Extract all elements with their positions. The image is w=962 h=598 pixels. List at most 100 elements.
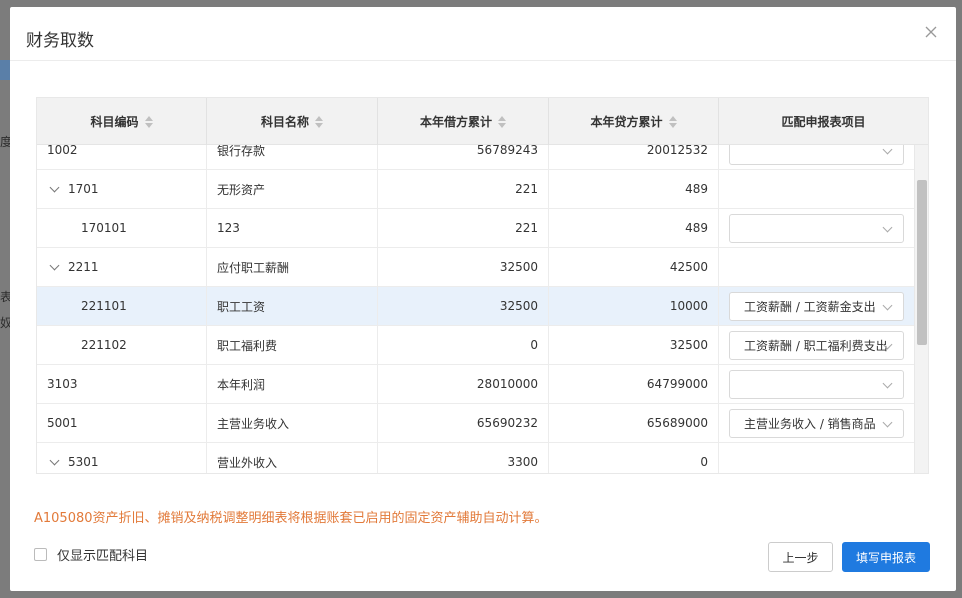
account-code: 2211 xyxy=(68,260,99,274)
account-name: 123 xyxy=(207,209,378,247)
select-value: 工资薪酬 / 职工福利费支出 xyxy=(744,338,888,353)
accounts-table: 科目编码 科目名称 本年借方累计 本年贷方累计 匹配申报表项目 1002 银行存款… xyxy=(36,97,929,474)
report-item-select[interactable]: 工资薪酬 / 职工福利费支出 xyxy=(729,330,904,360)
account-code: 170101 xyxy=(81,221,127,235)
credit-total: 0 xyxy=(549,443,719,473)
table-row[interactable]: 5301 营业外收入 3300 0 xyxy=(37,443,914,473)
report-item-select[interactable] xyxy=(729,213,904,243)
previous-step-button[interactable]: 上一步 xyxy=(768,542,833,572)
table-row[interactable]: 1002 银行存款 56789243 20012532 xyxy=(37,145,914,170)
table-body: 1002 银行存款 56789243 20012532 1701 无形资产 221 489 17… xyxy=(37,145,914,473)
cell-code: 5301 xyxy=(37,443,207,473)
credit-total: 10000 xyxy=(549,287,719,325)
checkbox[interactable] xyxy=(34,548,47,561)
account-code: 5001 xyxy=(47,416,78,430)
table-row[interactable]: 1701 无形资产 221 489 xyxy=(37,170,914,209)
cell-code: 3103 xyxy=(37,365,207,403)
cell-code: 221101 xyxy=(37,287,207,325)
report-item-select[interactable]: 主营业务收入 / 销售商品 xyxy=(729,408,904,438)
debit-total: 221 xyxy=(378,170,549,208)
debit-total: 221 xyxy=(378,209,549,247)
chevron-down-icon xyxy=(882,145,893,154)
chevron-down-icon[interactable] xyxy=(49,455,60,466)
sort-icon[interactable] xyxy=(144,115,153,128)
table-row[interactable]: 170101 123 221 489 xyxy=(37,209,914,248)
debit-total: 32500 xyxy=(378,248,549,286)
select-value: 工资薪酬 / 工资薪金支出 xyxy=(744,299,876,314)
cell-code: 5001 xyxy=(37,404,207,442)
report-item-select[interactable] xyxy=(729,369,904,399)
chevron-down-icon[interactable] xyxy=(49,182,60,193)
debit-total: 28010000 xyxy=(378,365,549,403)
chevron-down-icon xyxy=(882,378,893,388)
auto-calc-note: A105080资产折旧、摊销及纳税调整明细表将根据账套已启用的固定资产辅助自动计… xyxy=(34,511,548,526)
table-row[interactable]: 2211 应付职工薪酬 32500 42500 xyxy=(37,248,914,287)
table-row[interactable]: 3103 本年利润 28010000 64799000 xyxy=(37,365,914,404)
debit-total: 0 xyxy=(378,326,549,364)
close-icon[interactable] xyxy=(924,25,938,39)
debit-total: 56789243 xyxy=(378,145,549,169)
scrollbar-thumb[interactable] xyxy=(917,180,927,345)
cell-match: 主营业务收入 / 销售商品 xyxy=(719,404,914,442)
account-code: 1002 xyxy=(47,145,78,157)
only-matched-toggle[interactable]: 仅显示匹配科目 xyxy=(34,545,148,564)
credit-total: 42500 xyxy=(549,248,719,286)
column-header-code[interactable]: 科目编码 xyxy=(37,98,207,145)
cell-match xyxy=(719,365,914,403)
debit-total: 3300 xyxy=(378,443,549,473)
cell-code: 2211 xyxy=(37,248,207,286)
chevron-down-icon xyxy=(882,222,893,232)
account-name: 职工工资 xyxy=(207,287,378,325)
account-name: 主营业务收入 xyxy=(207,404,378,442)
vertical-scrollbar[interactable] xyxy=(914,145,928,473)
table-row[interactable]: 221102 职工福利费 0 32500 工资薪酬 / 职工福利费支出 xyxy=(37,326,914,365)
sort-icon[interactable] xyxy=(315,115,323,128)
credit-total: 32500 xyxy=(549,326,719,364)
credit-total: 489 xyxy=(549,209,719,247)
cell-code: 221102 xyxy=(37,326,207,364)
account-code: 221101 xyxy=(81,299,127,313)
cell-code: 1002 xyxy=(37,145,207,169)
credit-total: 65689000 xyxy=(549,404,719,442)
cell-code: 170101 xyxy=(37,209,207,247)
finance-fetch-dialog: 财务取数 科目编码 科目名称 本年借方累计 本年贷方累计 匹配申报表项目 100… xyxy=(10,7,956,591)
cell-match xyxy=(719,443,914,473)
account-name: 职工福利费 xyxy=(207,326,378,364)
background-tab-fragment xyxy=(0,60,10,80)
report-item-select[interactable] xyxy=(729,145,904,165)
column-header-credit[interactable]: 本年贷方累计 xyxy=(549,98,719,145)
column-header-match: 匹配申报表项目 xyxy=(781,115,866,129)
account-code: 5301 xyxy=(68,455,99,469)
sort-icon[interactable] xyxy=(668,115,677,128)
cell-match xyxy=(719,209,914,247)
table-row[interactable]: 5001 主营业务收入 65690232 65689000 主营业务收入 / 销售商品 xyxy=(37,404,914,443)
account-code: 3103 xyxy=(47,377,78,391)
report-item-select[interactable]: 工资薪酬 / 工资薪金支出 xyxy=(729,291,904,321)
dialog-title: 财务取数 xyxy=(26,31,94,51)
debit-total: 65690232 xyxy=(378,404,549,442)
credit-total: 20012532 xyxy=(549,145,719,169)
account-name: 应付职工薪酬 xyxy=(207,248,378,286)
column-header-debit[interactable]: 本年借方累计 xyxy=(378,98,549,145)
cell-code: 1701 xyxy=(37,170,207,208)
cell-match: 工资薪酬 / 职工福利费支出 xyxy=(719,326,914,364)
account-name: 无形资产 xyxy=(207,170,378,208)
fill-report-button[interactable]: 填写申报表 xyxy=(842,542,930,572)
cell-match xyxy=(719,145,914,169)
column-header-name[interactable]: 科目名称 xyxy=(207,98,378,145)
dialog-header: 财务取数 xyxy=(10,7,956,61)
cell-match xyxy=(719,248,914,286)
account-name: 营业外收入 xyxy=(207,443,378,473)
account-code: 221102 xyxy=(81,338,127,352)
cell-match xyxy=(719,170,914,208)
account-name: 本年利润 xyxy=(207,365,378,403)
credit-total: 64799000 xyxy=(549,365,719,403)
select-value: 主营业务收入 / 销售商品 xyxy=(744,416,876,431)
chevron-down-icon[interactable] xyxy=(49,260,60,271)
cell-match: 工资薪酬 / 工资薪金支出 xyxy=(719,287,914,325)
sort-icon[interactable] xyxy=(498,115,506,128)
chevron-down-icon xyxy=(882,417,893,427)
chevron-down-icon xyxy=(882,300,893,310)
table-row[interactable]: 221101 职工工资 32500 10000 工资薪酬 / 工资薪金支出 xyxy=(37,287,914,326)
debit-total: 32500 xyxy=(378,287,549,325)
